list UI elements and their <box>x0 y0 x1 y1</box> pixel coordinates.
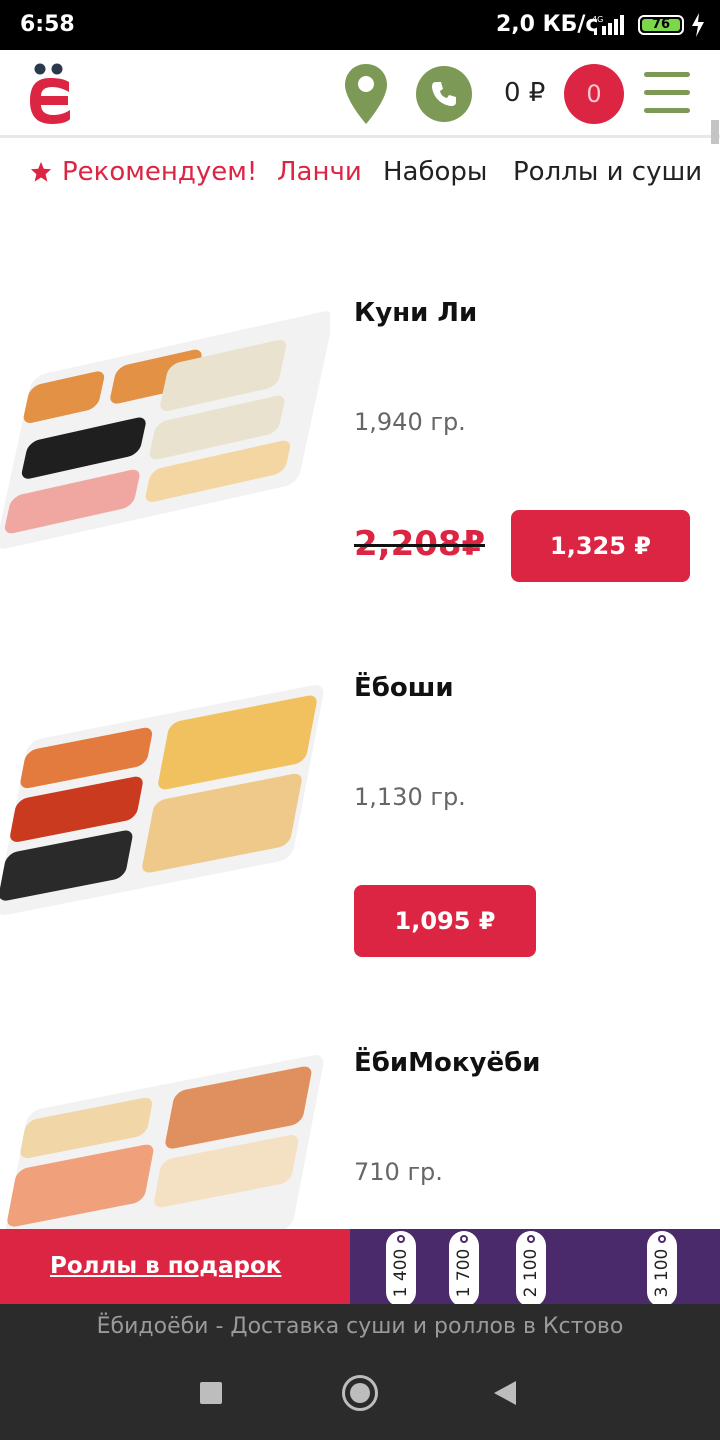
site-header: 0 ₽ 0 <box>0 50 720 138</box>
add-to-cart-button[interactable]: 1,095 ₽ <box>354 885 536 957</box>
threshold-value: 3 100 <box>652 1248 672 1298</box>
battery-icon: 76 <box>638 15 684 35</box>
old-price: 2,208₽ <box>354 524 486 564</box>
home-icon[interactable] <box>342 1375 378 1411</box>
product-weight: 1,130 гр. <box>354 783 466 811</box>
star-icon <box>30 161 52 182</box>
product-image[interactable] <box>0 290 330 560</box>
threshold-tag: 1 700 <box>449 1231 479 1307</box>
product-name[interactable]: Ёбоши <box>354 673 454 703</box>
cart-button[interactable]: 0 <box>564 64 624 124</box>
yo-letter-logo[interactable] <box>28 62 72 126</box>
threshold-tag: 1 400 <box>386 1231 416 1307</box>
threshold-tag: 2 100 <box>516 1231 546 1307</box>
threshold-tag: 3 100 <box>647 1231 677 1307</box>
product-weight: 1,940 гр. <box>354 408 466 436</box>
svg-text:4G: 4G <box>592 15 603 24</box>
gift-rolls-link[interactable]: Роллы в подарок <box>50 1253 281 1279</box>
navigation-bar: Ёбидоёби - Доставка суши и роллов в Ксто… <box>0 1304 720 1440</box>
signal-icon: 4G <box>592 15 624 35</box>
recents-icon[interactable] <box>200 1382 222 1404</box>
promo-banner: Роллы в подарок <box>0 1229 350 1304</box>
product-image[interactable] <box>0 665 330 935</box>
tab-rolls-sushi[interactable]: Роллы и суши <box>513 157 702 187</box>
charging-icon <box>692 13 704 37</box>
page-title: Ёбидоёби - Доставка суши и роллов в Ксто… <box>96 1314 624 1339</box>
threshold-value: 1 400 <box>391 1248 411 1298</box>
back-icon[interactable] <box>494 1381 516 1405</box>
tab-sets[interactable]: Наборы <box>383 157 487 187</box>
threshold-value: 1 700 <box>454 1248 474 1298</box>
status-time: 6:58 <box>20 12 75 37</box>
cart-total[interactable]: 0 ₽ <box>504 78 545 108</box>
tab-recommended[interactable]: Рекомендуем! <box>62 157 257 187</box>
map-pin-icon[interactable] <box>344 64 388 124</box>
gift-progress: 1 400 1 700 2 100 3 100 <box>350 1229 720 1307</box>
product-weight: 710 гр. <box>354 1158 443 1186</box>
status-speed: 2,0 КБ/с <box>496 12 599 37</box>
phone-icon <box>432 82 456 106</box>
threshold-value: 2 100 <box>521 1248 541 1298</box>
category-tabs: Рекомендуем! Ланчи Наборы Роллы и суши <box>0 141 720 207</box>
product-image[interactable] <box>0 1040 330 1230</box>
status-bar: 6:58 2,0 КБ/с 4G 76 <box>0 0 720 50</box>
hamburger-icon[interactable] <box>644 72 690 114</box>
battery-level: 76 <box>642 18 680 31</box>
product-name[interactable]: ЁбиМокуёби <box>354 1048 540 1078</box>
scrollbar[interactable] <box>711 120 719 144</box>
product-name[interactable]: Куни Ли <box>354 298 477 328</box>
tab-lunches[interactable]: Ланчи <box>277 157 362 187</box>
add-to-cart-button[interactable]: 1,325 ₽ <box>511 510 690 582</box>
phone-button[interactable] <box>416 66 472 122</box>
